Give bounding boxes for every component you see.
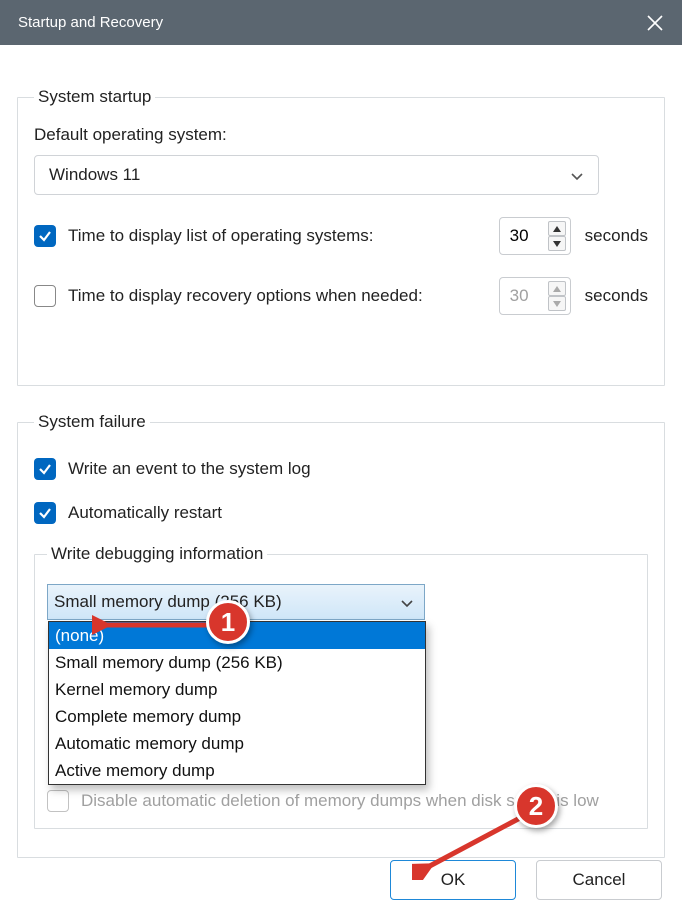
- dump-type-value: Small memory dump (256 KB): [54, 592, 282, 612]
- window-title: Startup and Recovery: [18, 14, 163, 31]
- close-icon[interactable]: [646, 14, 664, 32]
- spin-down-icon: [548, 296, 566, 311]
- display-recovery-checkbox[interactable]: [34, 285, 56, 307]
- system-startup-group: System startup Default operating system:…: [17, 87, 665, 386]
- display-recovery-label: Time to display recovery options when ne…: [68, 286, 423, 306]
- annotation-marker-1: 1: [206, 600, 250, 644]
- titlebar: Startup and Recovery: [0, 0, 682, 45]
- spin-down-icon[interactable]: [548, 236, 566, 251]
- default-os-select[interactable]: Windows 11: [34, 155, 599, 195]
- dump-option-active[interactable]: Active memory dump: [49, 757, 425, 784]
- ok-button[interactable]: OK: [390, 860, 516, 900]
- write-debug-group: Write debugging information Small memory…: [34, 544, 648, 829]
- write-event-checkbox[interactable]: [34, 458, 56, 480]
- auto-restart-checkbox[interactable]: [34, 502, 56, 524]
- display-recovery-seconds-value: 30: [510, 286, 529, 306]
- dump-option-kernel[interactable]: Kernel memory dump: [49, 676, 425, 703]
- display-list-seconds-value: 30: [510, 226, 529, 246]
- write-event-label: Write an event to the system log: [68, 459, 311, 479]
- display-list-label: Time to display list of operating system…: [68, 226, 374, 246]
- write-debug-legend: Write debugging information: [47, 544, 267, 564]
- dialog-content: System startup Default operating system:…: [0, 45, 682, 858]
- auto-restart-label: Automatically restart: [68, 503, 222, 523]
- disable-delete-checkbox: [47, 790, 69, 812]
- dump-option-complete[interactable]: Complete memory dump: [49, 703, 425, 730]
- chevron-down-icon: [400, 595, 414, 609]
- display-list-checkbox[interactable]: [34, 225, 56, 247]
- dump-option-small[interactable]: Small memory dump (256 KB): [49, 649, 425, 676]
- startup-recovery-dialog: Startup and Recovery System startup Defa…: [0, 0, 682, 922]
- display-list-seconds-input[interactable]: 30: [499, 217, 571, 255]
- system-failure-group: System failure Write an event to the sys…: [17, 412, 665, 858]
- dump-type-dropdown: (none) Small memory dump (256 KB) Kernel…: [48, 621, 426, 785]
- chevron-down-icon: [570, 168, 584, 182]
- dialog-footer: OK Cancel: [390, 860, 662, 900]
- annotation-marker-2: 2: [514, 784, 558, 828]
- default-os-value: Windows 11: [49, 165, 140, 185]
- dump-option-automatic[interactable]: Automatic memory dump: [49, 730, 425, 757]
- seconds-unit: seconds: [585, 226, 648, 246]
- default-os-label: Default operating system:: [34, 125, 648, 145]
- display-recovery-seconds-input: 30: [499, 277, 571, 315]
- system-startup-legend: System startup: [34, 87, 155, 107]
- spin-up-icon: [548, 281, 566, 296]
- cancel-button[interactable]: Cancel: [536, 860, 662, 900]
- spin-up-icon[interactable]: [548, 221, 566, 236]
- seconds-unit: seconds: [585, 286, 648, 306]
- system-failure-legend: System failure: [34, 412, 150, 432]
